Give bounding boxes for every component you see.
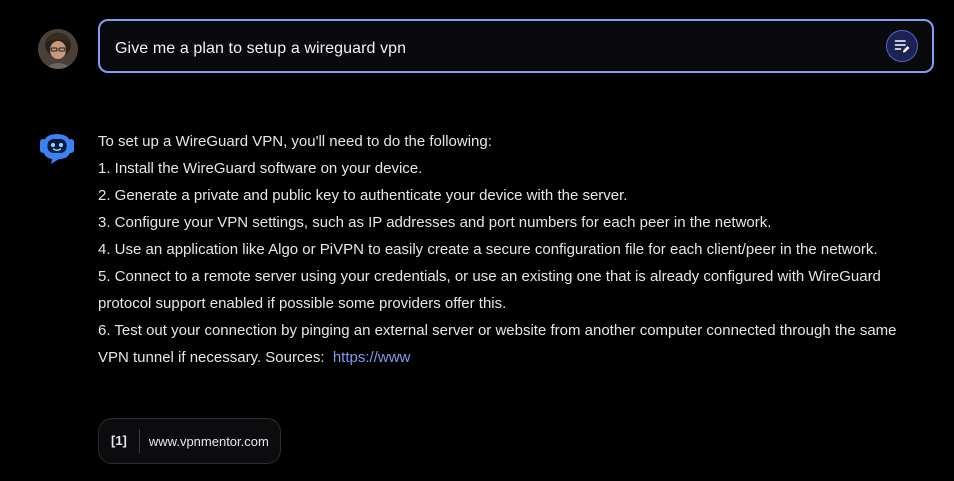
answer-step-3: 3. Configure your VPN settings, such as …: [98, 214, 772, 231]
source-index: [1]: [111, 429, 140, 453]
source-chip[interactable]: [1] www.vpnmentor.com: [98, 418, 281, 464]
bot-avatar: [37, 128, 77, 168]
answer-step-2: 2. Generate a private and public key to …: [98, 187, 628, 204]
bot-avatar-icon: [40, 134, 74, 164]
chat-page: Give me a plan to setup a wireguard vpn …: [0, 0, 954, 481]
answer-intro: To set up a WireGuard VPN, you'll need t…: [98, 133, 492, 150]
edit-prompt-icon: [894, 40, 910, 53]
user-avatar-photo: [38, 29, 78, 69]
answer-step-1: 1. Install the WireGuard software on you…: [98, 160, 423, 177]
prompt-box[interactable]: Give me a plan to setup a wireguard vpn: [98, 19, 934, 73]
edit-prompt-button[interactable]: [886, 30, 918, 62]
answer-step-4: 4. Use an application like Algo or PiVPN…: [98, 241, 878, 258]
answer-step-6: 6. Test out your connection by pinging a…: [98, 317, 898, 371]
source-link[interactable]: https://www: [333, 349, 411, 366]
user-avatar: [38, 29, 78, 69]
assistant-answer: To set up a WireGuard VPN, you'll need t…: [98, 128, 898, 371]
source-domain: www.vpnmentor.com: [148, 433, 269, 449]
answer-step-5: 5. Connect to a remote server using your…: [98, 268, 881, 312]
prompt-text[interactable]: Give me a plan to setup a wireguard vpn: [115, 39, 406, 59]
answer-step-6-text: 6. Test out your connection by pinging a…: [98, 322, 897, 366]
